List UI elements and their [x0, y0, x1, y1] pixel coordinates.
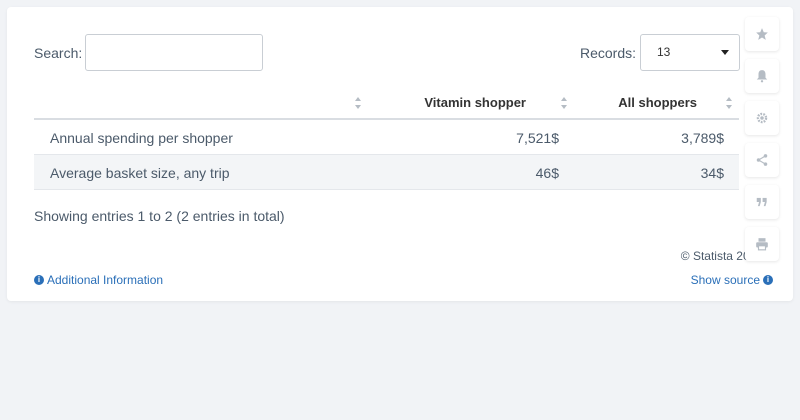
- chevron-down-icon: [721, 50, 729, 55]
- column-header-vitamin[interactable]: Vitamin shopper: [424, 95, 526, 110]
- additional-information-label: Additional Information: [47, 273, 164, 287]
- sort-icon[interactable]: [725, 96, 733, 110]
- table-row: Average basket size, any trip 46$ 34$: [34, 155, 739, 190]
- cell-vitamin-value: 7,521$: [516, 130, 559, 146]
- records-label: Records:: [580, 45, 637, 61]
- search-input[interactable]: [85, 34, 263, 71]
- show-source-label: Show source: [690, 273, 760, 287]
- sort-icon[interactable]: [354, 96, 362, 110]
- column-header-all[interactable]: All shoppers: [618, 95, 697, 110]
- quote-icon: [756, 197, 767, 207]
- cell-all-value: 34$: [700, 165, 724, 181]
- records-select[interactable]: 13: [640, 34, 740, 71]
- cell-vitamin-value: 46$: [535, 165, 559, 181]
- side-toolbar: [745, 17, 781, 269]
- sort-icon[interactable]: [560, 96, 568, 110]
- cite-button[interactable]: [745, 185, 779, 219]
- additional-information-link[interactable]: i Additional Information: [34, 273, 163, 287]
- search-label: Search:: [34, 45, 83, 61]
- print-icon: [756, 238, 768, 251]
- entries-summary: Showing entries 1 to 2 (2 entries in tot…: [34, 208, 285, 224]
- notification-button[interactable]: [745, 59, 779, 93]
- favorite-button[interactable]: [745, 17, 779, 51]
- data-table: Vitamin shopper All shoppers Annual spen…: [34, 85, 739, 190]
- settings-button[interactable]: [745, 101, 779, 135]
- table-row: Annual spending per shopper 7,521$ 3,789…: [34, 120, 739, 155]
- info-icon: i: [34, 275, 44, 285]
- table-header: Vitamin shopper All shoppers: [34, 85, 739, 120]
- bell-icon: [756, 70, 768, 83]
- share-icon: [756, 154, 768, 166]
- statistic-card: Search: Records: 13 Vitamin shopper All …: [7, 7, 793, 301]
- row-label: Average basket size, any trip: [50, 165, 230, 181]
- records-select-value: 13: [657, 45, 671, 59]
- row-label: Annual spending per shopper: [50, 130, 233, 146]
- info-icon: i: [763, 275, 773, 285]
- share-button[interactable]: [745, 143, 779, 177]
- show-source-link[interactable]: Show source i: [691, 273, 773, 287]
- cell-all-value: 3,789$: [681, 130, 724, 146]
- gear-icon: [756, 112, 768, 124]
- star-icon: [756, 28, 768, 40]
- print-button[interactable]: [745, 227, 779, 261]
